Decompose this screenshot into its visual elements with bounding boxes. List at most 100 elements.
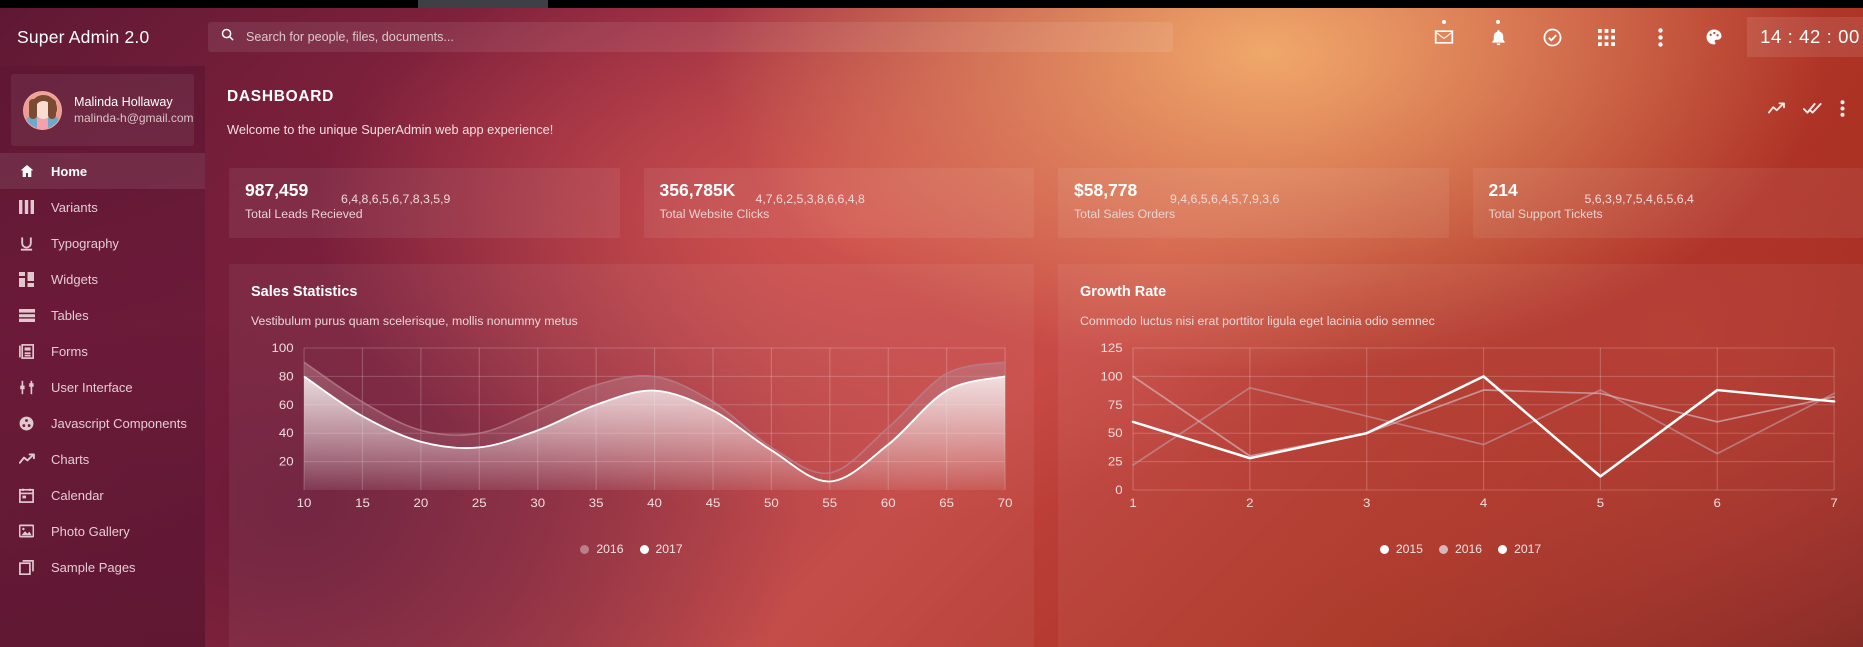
sidebar-item-label: Typography [51,235,119,251]
clock-display: 14 : 42 : 00 [1747,17,1863,57]
double-check-icon[interactable] [1803,102,1822,115]
app-root: Super Admin 2.0 Search for people, files… [0,0,1863,647]
svg-text:50: 50 [1108,427,1123,440]
panel-title: Growth Rate [1080,284,1167,300]
growth-rate-chart: 0 25 50 75 100 125 1 2 3 4 5 6 7 [1080,342,1841,512]
svg-text:60: 60 [881,497,896,510]
sidebar-item-label: Calendar [51,487,104,503]
main-content: DASHBOARD Welcome to the unique SuperAdm… [205,66,1863,647]
columns-icon [19,200,41,214]
mail-icon[interactable] [1417,17,1471,57]
sidebar-item-variants[interactable]: Variants [0,189,205,225]
svg-text:10: 10 [297,497,312,510]
bell-icon[interactable] [1471,17,1525,57]
svg-text:2: 2 [1246,497,1253,510]
stat-card-support-tickets[interactable]: 214 Total Support Tickets 5,6,3,9,7,5,4,… [1472,168,1863,238]
trend-up-icon[interactable] [1768,102,1785,115]
ui-sliders-icon [19,380,41,395]
sidebar-item-home[interactable]: Home [0,153,205,189]
legend-item[interactable]: 2017 [639,542,683,556]
photo-icon [19,524,41,538]
sidebar-item-label: Variants [51,199,98,215]
search-box[interactable] [208,22,1173,52]
chart-panel-row: Sales Statistics Vestibulum purus quam s… [229,264,1863,647]
calendar-icon [19,488,41,503]
panel-subtitle: Vestibulum purus quam scelerisque, molli… [251,314,578,328]
panel-growth-rate: Growth Rate Commodo luctus nisi erat por… [1058,264,1863,647]
avatar [23,90,62,130]
svg-text:1: 1 [1129,497,1136,510]
svg-text:45: 45 [706,497,721,510]
legend-item[interactable]: 2015 [1379,542,1423,556]
stat-card-sales-orders[interactable]: $58,778 Total Sales Orders 9,4,6,5,6,4,5… [1058,168,1449,238]
sidebar-item-label: Tables [51,307,89,323]
svg-text:75: 75 [1108,399,1123,412]
legend-label: 2016 [1454,542,1483,556]
bell-badge-dot [1496,20,1500,24]
svg-text:3: 3 [1363,497,1370,510]
more-vertical-icon[interactable] [1840,100,1845,117]
growth-legend: 2015 2016 2017 [1080,542,1841,556]
panel-title: Sales Statistics [251,284,358,300]
sales-legend: 2016 2017 [251,542,1012,556]
check-circle-icon[interactable] [1525,17,1579,57]
palette-icon[interactable] [1687,17,1741,57]
top-bar: Super Admin 2.0 Search for people, files… [0,8,1863,66]
sidebar-item-label: Sample Pages [51,559,136,575]
sparkline-values: 6,4,8,6,5,6,7,8,3,5,9 [341,192,451,206]
stat-card-leads[interactable]: 987,459 Total Leads Recieved 6,4,8,6,5,6… [229,168,620,238]
sidebar-item-calendar[interactable]: Calendar [0,477,205,513]
svg-text:30: 30 [530,497,545,510]
svg-text:0: 0 [1115,484,1122,497]
sidebar-nav: Home Variants Typography Widgets Tables … [0,153,205,585]
svg-text:100: 100 [272,342,294,355]
grid-apps-icon[interactable] [1579,17,1633,57]
hero-actions [1768,100,1845,117]
sidebar-item-sample-pages[interactable]: Sample Pages [0,549,205,585]
legend-label: 2017 [1514,542,1542,556]
sidebar-item-photo-gallery[interactable]: Photo Gallery [0,513,205,549]
sidebar-item-javascript-components[interactable]: Javascript Components [0,405,205,441]
user-profile-card[interactable]: Malinda Hollaway malinda-h@gmail.com [11,74,194,146]
sidebar-item-widgets[interactable]: Widgets [0,261,205,297]
svg-text:80: 80 [279,370,294,383]
legend-swatch [1438,544,1448,554]
os-window-tab[interactable] [418,0,548,8]
stat-card-row: 987,459 Total Leads Recieved 6,4,8,6,5,6… [229,168,1863,238]
svg-text:6: 6 [1714,497,1721,510]
legend-swatch [639,544,649,554]
sidebar-item-forms[interactable]: Forms [0,333,205,369]
svg-text:20: 20 [414,497,429,510]
os-title-strip [0,0,1863,8]
panel-subtitle: Commodo luctus nisi erat porttitor ligul… [1080,314,1435,328]
svg-text:4: 4 [1480,497,1487,510]
sidebar-item-user-interface[interactable]: User Interface [0,369,205,405]
more-vertical-icon[interactable] [1633,17,1687,57]
stat-label: Total Support Tickets [1488,207,1603,221]
legend-item[interactable]: 2016 [580,542,624,556]
sidebar-item-tables[interactable]: Tables [0,297,205,333]
stat-label: Total Website Clicks [659,207,770,221]
svg-text:25: 25 [472,497,487,510]
sidebar-item-typography[interactable]: Typography [0,225,205,261]
svg-text:7: 7 [1830,497,1837,510]
legend-item[interactable]: 2016 [1438,542,1483,556]
legend-label: 2017 [655,542,683,556]
dashboard-hero: DASHBOARD Welcome to the unique SuperAdm… [227,88,1863,168]
js-components-icon [19,416,41,431]
svg-text:40: 40 [279,427,294,440]
legend-swatch [1498,544,1508,554]
stat-card-website-clicks[interactable]: 356,785K Total Website Clicks 4,7,6,2,5,… [643,168,1034,238]
table-icon [19,308,41,322]
legend-item[interactable]: 2017 [1498,542,1541,556]
svg-text:70: 70 [998,497,1013,510]
svg-text:5: 5 [1597,497,1604,510]
profile-email: malinda-h@gmail.com [74,111,194,125]
sidebar-item-charts[interactable]: Charts [0,441,205,477]
legend-swatch [1379,544,1389,554]
svg-text:40: 40 [647,497,662,510]
sidebar-item-label: Widgets [51,271,98,287]
svg-text:15: 15 [355,497,370,510]
search-input[interactable] [246,30,1161,44]
sparkline-values: 4,7,6,2,5,3,8,6,6,4,8 [755,192,865,206]
